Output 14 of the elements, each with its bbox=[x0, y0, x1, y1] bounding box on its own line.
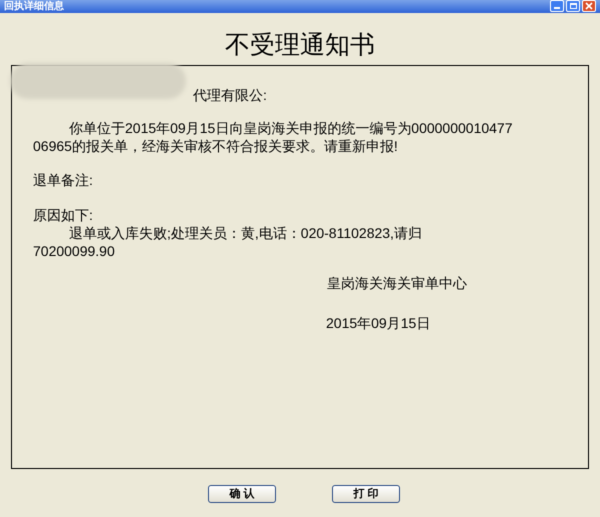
remarks-label: 退单备注: bbox=[33, 172, 93, 188]
notice-heading: 不受理通知书 bbox=[225, 30, 375, 61]
maximize-button[interactable] bbox=[566, 0, 580, 12]
date-text: 2015年09月15日 bbox=[326, 315, 430, 331]
notice-paragraph: 你单位于2015年09月15日向皇岗海关申报的统一编号为000000001047706965的报关单，经海关审核不符合报关要求。请重新申报! bbox=[33, 119, 514, 155]
window-title: 回执详细信息 bbox=[4, 0, 64, 12]
print-button[interactable]: 打 印 bbox=[332, 485, 400, 503]
reason-text: 退单或入库失败;处理关员：黄,电话：020-81102823,请归70200099.90 bbox=[33, 224, 423, 260]
signature-text: 皇岗海关海关审单中心 bbox=[327, 275, 467, 291]
minimize-button[interactable] bbox=[550, 0, 564, 12]
reason-label: 原因如下: bbox=[33, 207, 93, 223]
close-button[interactable] bbox=[582, 0, 596, 12]
addressee-text: 代理有限公: bbox=[193, 87, 267, 103]
confirm-button[interactable]: 确 认 bbox=[208, 485, 276, 503]
